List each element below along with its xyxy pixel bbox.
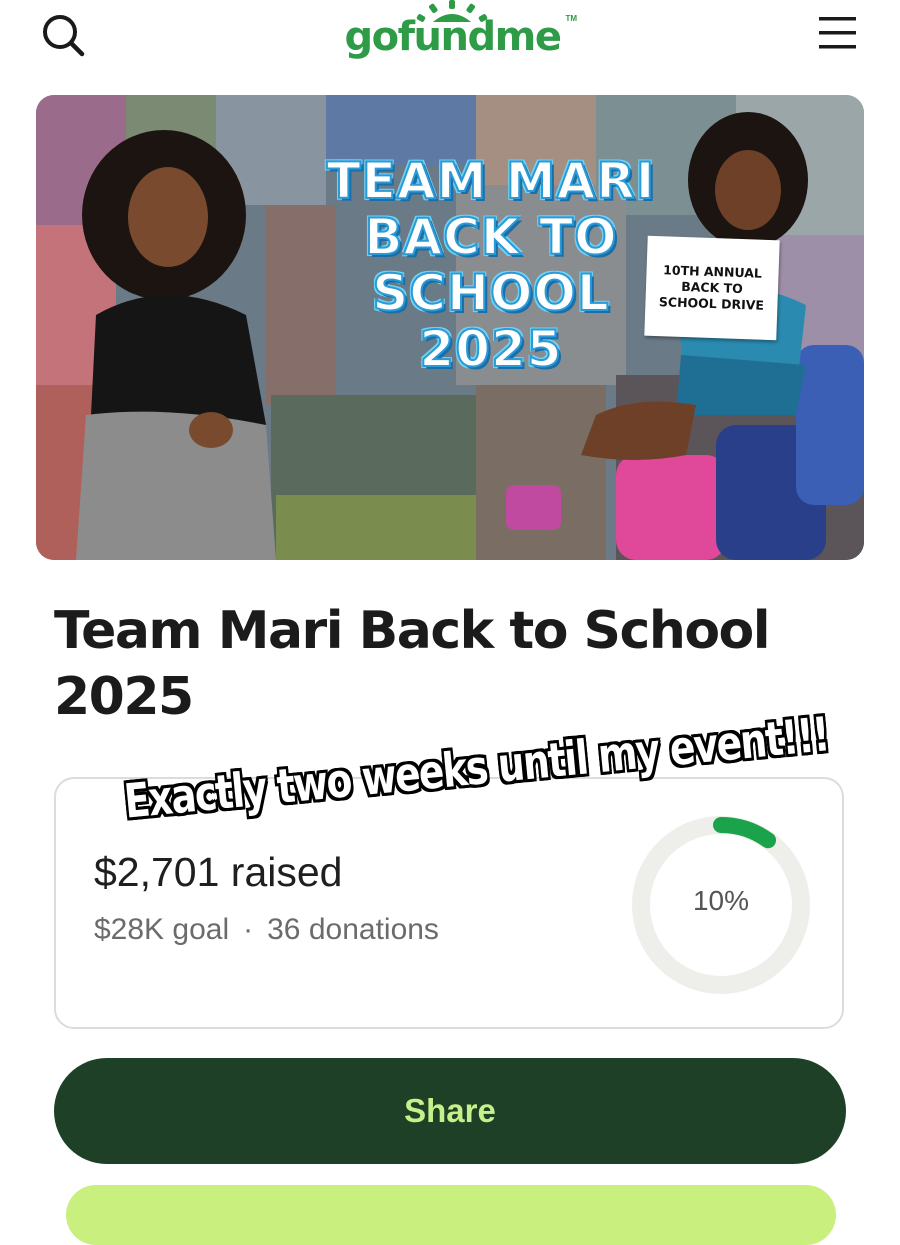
hero-title-line: SCHOOL [371,264,610,322]
held-sign: 10TH ANNUAL BACK TO SCHOOL DRIVE [644,235,780,341]
hero-title-line: 2025 [418,320,563,378]
hero-title-line: BACK TO [363,208,618,266]
share-button-label: Share [404,1092,496,1129]
top-nav: gofundme TM [0,0,900,90]
menu-button[interactable] [812,10,864,58]
goal-amount: $28K goal [94,913,230,946]
separator-dot: · [243,913,254,946]
search-button[interactable] [38,10,90,62]
trademark-mark: TM [565,14,577,23]
donation-count: 36 donations [267,913,439,946]
hero-title-line: TEAM MARI [326,152,656,210]
goal-and-donations: $28K goal · 36 donations [94,913,439,947]
progress-percent: 10% [692,885,750,916]
gofundme-logo[interactable]: gofundme TM [330,0,577,78]
hero-title-text: TEAM MARI BACK TO SCHOOL 2025 [291,152,691,378]
caption-text: Exactly two weeks until my event!!! [121,707,831,830]
share-button[interactable]: Share [54,1058,846,1164]
sign-line: SCHOOL DRIVE [658,294,765,313]
donate-button[interactable] [66,1185,836,1245]
hamburger-menu-icon [819,17,856,49]
logo-wordmark: gofundme [344,14,562,60]
search-icon [43,15,85,57]
campaign-cover-image[interactable]: TEAM MARI BACK TO SCHOOL 2025 10TH ANNUA… [36,95,864,560]
